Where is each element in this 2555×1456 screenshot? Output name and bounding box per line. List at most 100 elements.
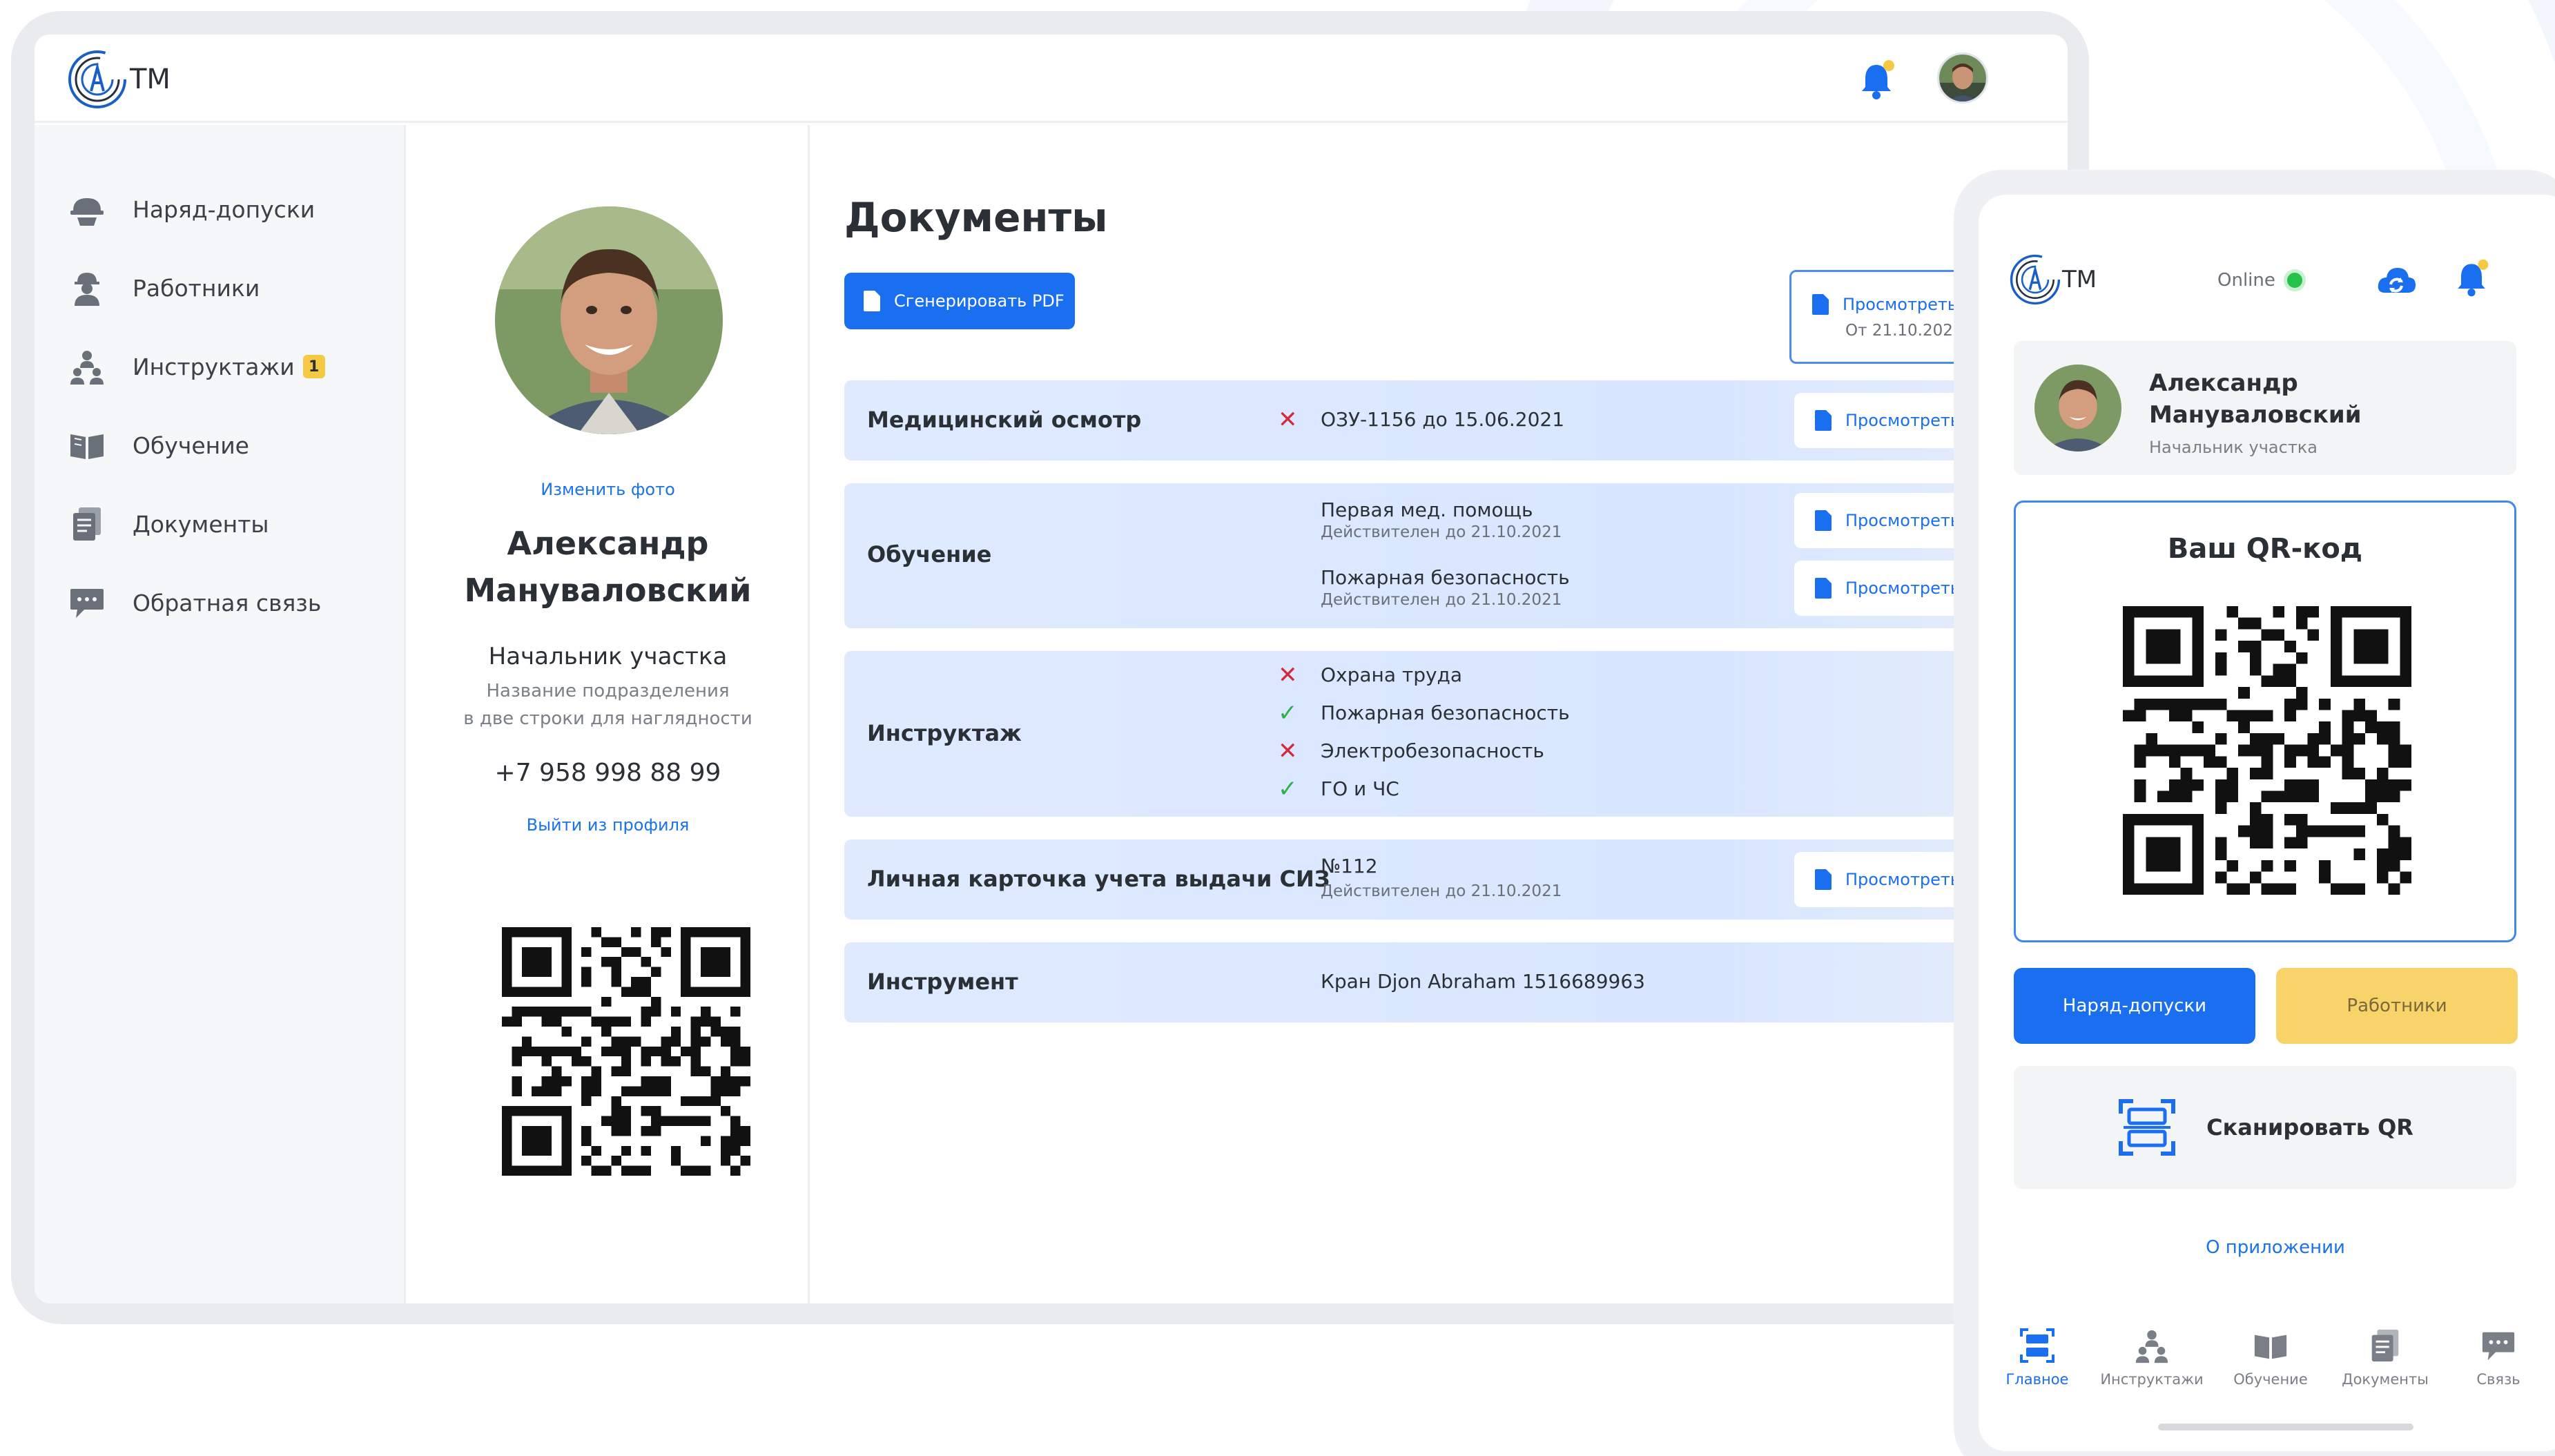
scan-qr-label: Сканировать QR <box>2206 1114 2413 1140</box>
document-icon <box>1815 410 1832 431</box>
logo-text: ТМ <box>130 64 171 95</box>
document-row-training: Обучение Первая мед. помощь Действителен… <box>844 483 2068 628</box>
passed-check-icon: ✓ <box>1278 699 1298 727</box>
tab-label: Документы <box>2342 1371 2429 1388</box>
profile-name-line: Мануваловский <box>2149 401 2362 429</box>
notification-bell-icon[interactable] <box>1854 58 1898 102</box>
logo-mark-icon <box>68 50 126 108</box>
tab-label: Главное <box>2005 1371 2069 1388</box>
profile-role: Начальник участка <box>2149 438 2318 457</box>
tab-label: Обучение <box>2233 1371 2308 1388</box>
home-icon <box>2020 1328 2054 1363</box>
failed-x-icon: ✕ <box>1278 406 1298 434</box>
profile-department: Название подразделения в две строки для … <box>408 677 808 732</box>
document-row-medical: Медицинский осмотр ✕ ОЗУ-1156 до 15.06.2… <box>844 380 2068 460</box>
top-bar: ТМ <box>35 35 2068 123</box>
tab-feedback[interactable]: Связь <box>2440 1327 2555 1388</box>
document-icon <box>73 507 101 541</box>
logo-mark-icon <box>2010 254 2061 305</box>
document-icon <box>1812 294 1829 315</box>
qr-scan-icon <box>2119 1099 2176 1156</box>
profile-department-line: Название подразделения <box>486 681 730 701</box>
mobile-app-screen: ТМ Online Александр Мануваловский Началь… <box>1979 195 2555 1451</box>
scan-qr-button[interactable]: Сканировать QR <box>2014 1066 2516 1189</box>
sidebar-item-permits[interactable]: Наряд-допуски <box>68 182 315 237</box>
document-row-tool: Инструмент Кран Djon Abraham 1516689963 <box>844 942 2068 1022</box>
row-label: Обучение <box>867 541 992 567</box>
failed-x-icon: ✕ <box>1278 737 1298 765</box>
briefing-icon <box>2135 1330 2168 1363</box>
briefings-count-badge: 1 <box>302 355 325 378</box>
document-icon <box>1815 510 1832 531</box>
cloud-sync-icon[interactable] <box>2376 261 2417 302</box>
tab-training[interactable]: Обучение <box>2212 1327 2329 1388</box>
user-avatar[interactable] <box>1937 52 1988 104</box>
profile-role: Начальник участка <box>488 643 728 670</box>
book-icon <box>2254 1334 2287 1359</box>
documents-panel: Документы Сгенерировать PDF Просмотреть … <box>844 125 2068 1303</box>
row-label: Инструктаж <box>867 720 1022 746</box>
notification-bell-icon[interactable] <box>2451 255 2492 301</box>
change-photo-link[interactable]: Изменить фото <box>408 480 808 499</box>
qr-code-card: Ваш QR-код <box>2014 501 2516 942</box>
app-logo[interactable]: ТМ <box>2010 253 2097 307</box>
sidebar-item-feedback[interactable]: Обратная связь <box>68 575 321 630</box>
row-value: №112 <box>1321 855 1378 877</box>
row-value: Пожарная безопасность <box>1321 566 1570 589</box>
home-indicator <box>2158 1424 2413 1430</box>
hardhat-icon <box>70 198 104 226</box>
online-status: Online <box>2217 269 2306 291</box>
sidebar-item-training[interactable]: Обучение <box>68 418 249 473</box>
online-status-label: Online <box>2217 270 2275 291</box>
about-app-link[interactable]: О приложении <box>1979 1237 2555 1258</box>
row-label: Инструмент <box>867 969 1018 995</box>
sidebar-item-briefings[interactable]: Инструктажи 1 <box>68 339 325 394</box>
briefing-icon <box>70 351 104 385</box>
sidebar-item-label: Обучение <box>133 431 249 459</box>
bottom-tab-bar: Главное Инструктажи Обучение Документы С… <box>1979 1327 2555 1410</box>
logo-text: ТМ <box>2062 266 2097 293</box>
sidebar-item-label: Обратная связь <box>133 589 322 617</box>
sidebar-item-label: Документы <box>133 510 269 538</box>
user-qr-code <box>2123 606 2411 895</box>
permits-button[interactable]: Наряд-допуски <box>2014 968 2255 1044</box>
user-avatar <box>2034 365 2121 452</box>
sidebar-item-label: Работники <box>133 274 260 302</box>
row-value: Первая мед. помощь <box>1321 498 1533 521</box>
sidebar-item-label: Инструктажи <box>133 353 295 380</box>
sidebar-item-documents[interactable]: Документы <box>68 496 269 552</box>
document-row-briefing: Инструктаж ✕ Охрана труда ✓ Пожарная без… <box>844 651 2068 817</box>
profile-name-line: Александр <box>507 525 709 562</box>
profile-qr-code <box>502 927 750 1176</box>
logout-link[interactable]: Выйти из профиля <box>408 815 808 835</box>
sidebar-item-workers[interactable]: Работники <box>68 260 260 316</box>
generate-pdf-button[interactable]: Сгенерировать PDF <box>844 273 1075 329</box>
tab-label: Инструктажи <box>2100 1371 2204 1388</box>
profile-panel: Изменить фото Александр Мануваловский На… <box>408 125 810 1303</box>
tab-documents[interactable]: Документы <box>2326 1327 2444 1388</box>
profile-phone: +7 958 998 88 99 <box>494 759 721 787</box>
row-label: Медицинский осмотр <box>867 407 1142 433</box>
sidebar-item-label: Наряд-допуски <box>133 195 315 223</box>
app-logo[interactable]: ТМ <box>68 48 171 110</box>
sidebar: Наряд-допуски Работники Инструктажи 1 Об… <box>35 125 406 1303</box>
online-dot-icon <box>2283 269 2306 291</box>
document-row-ppe: Личная карточка учета выдачи СИЗ №112 Де… <box>844 839 2068 920</box>
profile-photo <box>495 206 723 434</box>
row-value: Электробезопасность <box>1321 739 1544 762</box>
tab-briefings[interactable]: Инструктажи <box>2093 1327 2211 1388</box>
row-value: Пожарная безопасность <box>1321 701 1570 724</box>
desktop-app-window: ТМ Наряд-допуски Работники Инструктажи 1… <box>35 35 2068 1303</box>
qr-card-title: Ваш QR-код <box>2167 533 2363 565</box>
document-icon <box>864 291 880 311</box>
row-value: ОЗУ-1156 до 15.06.2021 <box>1321 408 1565 431</box>
chat-icon <box>2482 1332 2515 1361</box>
tab-home[interactable]: Главное <box>1979 1327 2096 1388</box>
row-subvalue: Действителен до 21.10.2021 <box>1321 523 1562 541</box>
failed-x-icon: ✕ <box>1278 661 1298 689</box>
passed-check-icon: ✓ <box>1278 775 1298 803</box>
profile-card[interactable]: Александр Мануваловский Начальник участк… <box>2014 341 2516 475</box>
generate-pdf-label: Сгенерировать PDF <box>894 291 1065 311</box>
row-label: Личная карточка учета выдачи СИЗ <box>867 866 1330 892</box>
workers-button[interactable]: Работники <box>2276 968 2518 1044</box>
